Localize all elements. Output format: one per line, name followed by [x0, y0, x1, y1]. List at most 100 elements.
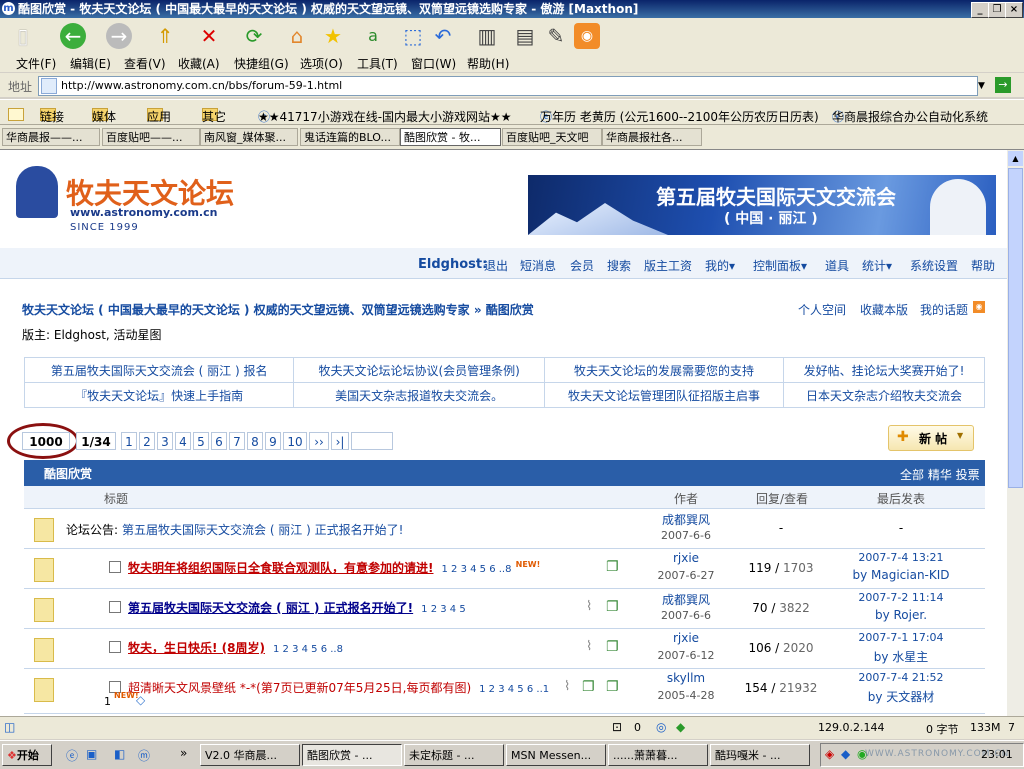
tab-baidu1[interactable]: 百度贴吧——... [102, 128, 200, 146]
ie-quicklaunch-icon[interactable]: ⓔ [66, 747, 78, 764]
page-link[interactable]: 9 [265, 432, 281, 450]
nav-moderator-pay[interactable]: 版主工资 [644, 257, 692, 274]
task-untitled[interactable]: 未定标题 - ... [404, 744, 504, 766]
page-link[interactable]: 8 [247, 432, 263, 450]
quicklaunch-more-icon[interactable]: » [180, 746, 187, 760]
rss-icon[interactable]: ◉ [973, 301, 985, 313]
tab-baidu2[interactable]: 百度贴吧_天文吧 [502, 128, 602, 146]
last-post-time[interactable]: 2007-7-2 11:14 [826, 591, 976, 604]
nav-help[interactable]: 帮助 [971, 257, 995, 274]
tray-icon[interactable]: ◆ [841, 747, 850, 761]
page-link[interactable]: 1 [121, 432, 137, 450]
task-msn[interactable]: MSN Messen... [506, 744, 606, 766]
nav-tools[interactable]: 道具 [825, 257, 849, 274]
thread-title[interactable]: 牧夫明年将组织国际日全食联合观测队，有意参加的请进! 1 2 3 4 5 6 ..… [128, 559, 540, 576]
nav-logout[interactable]: 退出 [484, 257, 508, 274]
tab-blog[interactable]: 鬼话连篇的BLO... [300, 128, 400, 146]
thread-title[interactable]: 牧夫，生日快乐! (8周岁) 1 2 3 4 5 6 ..8 [128, 639, 343, 656]
author-link[interactable]: skyllm [636, 671, 736, 685]
task-hsb[interactable]: V2.0 华商晨... [200, 744, 300, 766]
nav-control-panel[interactable]: 控制面板▾ [753, 257, 807, 274]
fullscreen-icon[interactable]: ⬚ [400, 23, 426, 49]
thread-checkbox[interactable] [109, 641, 121, 653]
nav-search[interactable]: 搜索 [607, 257, 631, 274]
announcement-link[interactable]: 牧夫天文论坛管理团队征招版主启事 [543, 382, 785, 408]
page-link[interactable]: 5 [193, 432, 209, 450]
thread-checkbox[interactable] [109, 601, 121, 613]
page-link[interactable]: 6 [211, 432, 227, 450]
tab-hsb2[interactable]: 华商晨报社各... [602, 128, 702, 146]
new-page-icon[interactable]: ▯ [10, 23, 36, 49]
status-icon[interactable]: ◎ [656, 720, 666, 734]
nav-stats[interactable]: 统计▾ [862, 257, 892, 274]
nav-my[interactable]: 我的▾ [705, 257, 735, 274]
page-link[interactable]: 2 [139, 432, 155, 450]
author-link[interactable]: rjxie [636, 551, 736, 565]
link-bookmark-forum[interactable]: 收藏本版 [860, 301, 908, 318]
link-personal-space[interactable]: 个人空间 [798, 301, 846, 318]
section-filter-links[interactable]: 全部 精华 投票 [900, 466, 980, 483]
scroll-thumb[interactable] [1008, 168, 1023, 488]
nav-messages[interactable]: 短消息 [520, 257, 556, 274]
translate-icon[interactable]: a [360, 23, 386, 49]
menu-edit[interactable]: 编辑(E) [70, 55, 111, 72]
page-jump-input[interactable] [351, 432, 393, 450]
menu-options[interactable]: 选项(O) [300, 55, 343, 72]
author-link[interactable]: rjxie [636, 631, 736, 645]
menu-tools[interactable]: 工具(T) [357, 55, 398, 72]
page-link[interactable]: 10 [283, 432, 307, 450]
favorites-icon[interactable]: ★ [320, 23, 346, 49]
announcement-link[interactable]: 牧夫天文论坛的发展需要您的支持 [543, 357, 785, 383]
next-page-button[interactable]: ›› [309, 432, 329, 450]
menu-window[interactable]: 窗口(W) [411, 55, 456, 72]
new-post-button[interactable]: ✚ 新 帖 ▼ [888, 425, 974, 451]
announcement-link[interactable]: 『牧夫天文论坛』快速上手指南 [23, 382, 295, 408]
back-icon[interactable]: ← [60, 23, 86, 49]
desktop-icon[interactable]: ▣ [86, 747, 97, 761]
tab-hsb1[interactable]: 华商晨报——... [2, 128, 100, 146]
notice-link[interactable]: 第五届牧夫国际天文交流会 ( 丽江 ) 正式报名开始了! [122, 521, 403, 538]
undo-icon[interactable]: ↶ [430, 23, 456, 49]
task-chat[interactable]: ......萧萧暮... [608, 744, 708, 766]
link-my-topics[interactable]: 我的话题 [920, 301, 968, 318]
quicklaunch-icon[interactable]: ◧ [114, 747, 125, 761]
restore-button[interactable]: ❐ [988, 2, 1006, 18]
banner[interactable]: 第五届牧夫国际天文交流会 ( 中国 · 丽江 ) [528, 175, 996, 235]
last-post-user[interactable]: by 水星主 [826, 648, 976, 665]
popup-icon[interactable]: ⊡ [612, 720, 622, 734]
author-link[interactable]: 成都巽风 [636, 591, 736, 608]
announcement-link[interactable]: 第五届牧夫国际天文交流会 ( 丽江 ) 报名 [23, 357, 295, 383]
page-link[interactable]: 3 [157, 432, 173, 450]
task-kuma[interactable]: 酷玛嘎米 - ... [710, 744, 810, 766]
menu-groups[interactable]: 快捷组(G) [234, 55, 289, 72]
edit-icon[interactable]: ✎ [543, 23, 569, 49]
thread-title[interactable]: 超清晰天文风景壁纸 *-*(第7页已更新07年5月25日,每页都有图) 1 2 3… [128, 679, 549, 696]
minimize-button[interactable]: _ [971, 2, 989, 18]
menu-view[interactable]: 查看(V) [124, 55, 166, 72]
last-post-time[interactable]: 2007-7-4 21:52 [826, 671, 976, 684]
last-post-time[interactable]: 2007-7-4 13:21 [826, 551, 976, 564]
page-link[interactable]: 7 [229, 432, 245, 450]
menu-file[interactable]: 文件(F) [16, 55, 56, 72]
home-icon[interactable]: ⌂ [284, 23, 310, 49]
columns-icon[interactable]: ▥ [474, 23, 500, 49]
thread-checkbox[interactable] [109, 561, 121, 573]
last-page-button[interactable]: ›| [331, 432, 349, 450]
scroll-up-icon[interactable]: ▲ [1008, 151, 1023, 166]
announcement-link[interactable]: 牧夫天文论坛论坛协议(会员管理条例) [293, 357, 545, 383]
up-icon[interactable]: ⇑ [152, 23, 178, 49]
tab-current[interactable]: 酷图欣赏 - 牧... [400, 128, 501, 146]
rss-icon[interactable]: ◉ [574, 23, 600, 49]
menu-help[interactable]: 帮助(H) [467, 55, 509, 72]
breadcrumb[interactable]: 牧夫天文论坛 ( 中国最大最早的天文论坛 ) 权威的天文望远镜、双筒望远镜选购专… [22, 301, 534, 318]
go-icon[interactable]: → [995, 77, 1011, 93]
announcement-link[interactable]: 美国天文杂志报道牧夫交流会。 [293, 382, 545, 408]
vertical-scrollbar[interactable]: ▲ [1007, 150, 1024, 716]
announcement-link[interactable]: 日本天文杂志介绍牧夫交流会 [783, 382, 985, 408]
stop-icon[interactable]: ✕ [196, 23, 222, 49]
last-post-time[interactable]: 2007-7-1 17:04 [826, 631, 976, 644]
status-icon[interactable]: ◆ [676, 720, 685, 734]
nav-members[interactable]: 会员 [570, 257, 594, 274]
author-link[interactable]: 成都巽风 [636, 511, 736, 528]
task-current[interactable]: 酷图欣赏 - ... [302, 744, 402, 766]
